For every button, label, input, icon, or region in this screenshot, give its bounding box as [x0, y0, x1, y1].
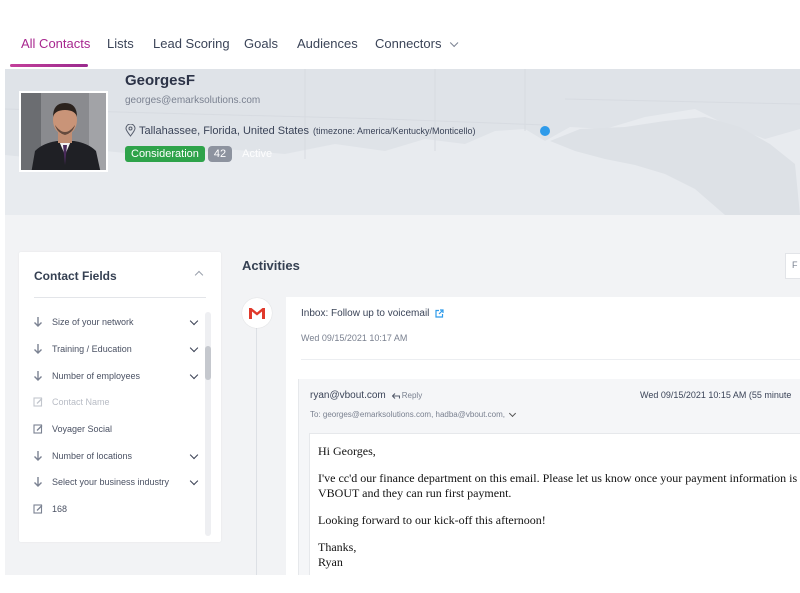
- activity-subject-text: Inbox: Follow up to voicemail: [301, 308, 430, 319]
- page-footer-space: [0, 575, 800, 593]
- reply-icon: [391, 392, 400, 399]
- email-from: ryan@vbout.com Reply: [310, 390, 422, 401]
- tab-all-contacts[interactable]: All Contacts: [21, 36, 90, 51]
- scrollbar-thumb[interactable]: [205, 346, 211, 380]
- reply-label: Reply: [401, 391, 423, 400]
- edit-icon: [33, 397, 43, 407]
- field-row[interactable]: Number of employees: [33, 368, 201, 384]
- field-row[interactable]: Contact Name: [33, 394, 201, 410]
- email-text-line: VBOUT and they can run first payment.: [318, 486, 512, 500]
- stage-badge[interactable]: Consideration: [125, 146, 205, 162]
- tab-audiences[interactable]: Audiences: [297, 36, 358, 51]
- arrow-down-icon: [34, 477, 42, 487]
- active-tab-indicator: [10, 64, 88, 67]
- chevron-down-icon[interactable]: [508, 409, 517, 417]
- location-map[interactable]: [5, 69, 800, 215]
- email-body: Hi Georges, I've cc'd our finance depart…: [309, 433, 800, 575]
- contact-header: GeorgesF georges@emarksolutions.com Tall…: [5, 69, 800, 215]
- tab-connectors-label: Connectors: [375, 36, 442, 51]
- location-pin-icon: [125, 124, 136, 137]
- contact-email: georges@emarksolutions.com: [125, 95, 261, 106]
- chevron-down-icon[interactable]: [189, 343, 199, 352]
- chevron-down-icon[interactable]: [189, 450, 199, 459]
- arrow-down-icon: [34, 451, 42, 461]
- chevron-down-icon[interactable]: [189, 316, 199, 325]
- contact-name: GeorgesF: [125, 72, 196, 89]
- activity-date: Wed 09/15/2021 10:17 AM: [301, 333, 408, 343]
- contact-badges: Consideration 42 Active: [125, 146, 272, 162]
- edit-icon: [33, 424, 43, 434]
- field-label: Select your business industry: [52, 477, 170, 487]
- field-label: 168: [52, 504, 68, 514]
- chevron-down-icon[interactable]: [189, 370, 199, 379]
- email-signature: Ryan: [318, 555, 343, 569]
- field-label: Number of locations: [52, 451, 133, 461]
- field-label: Contact Name: [52, 397, 110, 407]
- tab-lead-scoring[interactable]: Lead Scoring: [153, 36, 230, 51]
- email-text-line: Looking forward to our kick-off this aft…: [318, 513, 546, 527]
- field-row[interactable]: Number of locations: [33, 448, 201, 464]
- arrow-down-icon: [34, 371, 42, 381]
- gmail-icon: [242, 298, 272, 328]
- contact-location: Tallahassee, Florida, United States (tim…: [125, 124, 476, 137]
- field-label: Voyager Social: [52, 424, 113, 434]
- email-date: Wed 09/15/2021 10:15 AM (55 minute: [640, 390, 792, 400]
- field-row[interactable]: Training / Education: [33, 341, 201, 357]
- activity-subject[interactable]: Inbox: Follow up to voicemail: [301, 308, 445, 319]
- contact-fields-panel: Contact Fields Size of your network Trai…: [19, 252, 221, 542]
- field-label: Number of employees: [52, 371, 141, 381]
- arrow-down-icon: [34, 344, 42, 354]
- field-row[interactable]: Size of your network: [33, 314, 201, 330]
- tab-lists[interactable]: Lists: [107, 36, 134, 51]
- status-badge: Active: [242, 148, 273, 160]
- email-to-text: To: georges@emarksolutions.com, hadba@vb…: [310, 410, 506, 419]
- chevron-down-icon[interactable]: [189, 476, 199, 485]
- avatar: [19, 91, 108, 172]
- field-row[interactable]: 168: [33, 501, 201, 517]
- filter-button[interactable]: F: [785, 253, 800, 279]
- field-row[interactable]: Voyager Social: [33, 421, 201, 437]
- email-greeting: Hi Georges,: [318, 444, 376, 458]
- edit-icon: [33, 504, 43, 514]
- score-badge: 42: [207, 146, 233, 162]
- divider: [301, 359, 800, 360]
- contact-fields-title: Contact Fields: [34, 269, 117, 283]
- map-location-marker: [540, 126, 550, 136]
- top-navigation: All Contacts Lists Lead Scoring Goals Au…: [0, 0, 800, 69]
- email-recipients: To: georges@emarksolutions.com, hadba@vb…: [310, 409, 517, 419]
- tab-connectors[interactable]: Connectors: [375, 36, 459, 51]
- field-label: Training / Education: [52, 344, 132, 354]
- divider: [34, 297, 206, 298]
- field-row[interactable]: Select your business industry: [33, 474, 201, 490]
- email-sender: ryan@vbout.com: [310, 390, 386, 401]
- field-label: Size of your network: [52, 317, 134, 327]
- location-text: Tallahassee, Florida, United States: [139, 124, 309, 137]
- timeline-line: [256, 318, 257, 575]
- chevron-down-icon: [450, 38, 459, 48]
- reply-button[interactable]: Reply: [391, 391, 423, 400]
- email-thread: ryan@vbout.com Reply Wed 09/15/2021 10:1…: [298, 379, 800, 575]
- tab-goals[interactable]: Goals: [244, 36, 278, 51]
- arrow-down-icon: [34, 317, 42, 327]
- external-link-icon[interactable]: [435, 309, 445, 318]
- email-text-line: I've cc'd our finance department on this…: [318, 471, 798, 485]
- timezone-text: (timezone: America/Kentucky/Monticello): [312, 125, 476, 136]
- chevron-up-icon[interactable]: [194, 270, 204, 280]
- activities-title: Activities: [242, 258, 300, 273]
- email-signoff: Thanks,: [318, 540, 357, 554]
